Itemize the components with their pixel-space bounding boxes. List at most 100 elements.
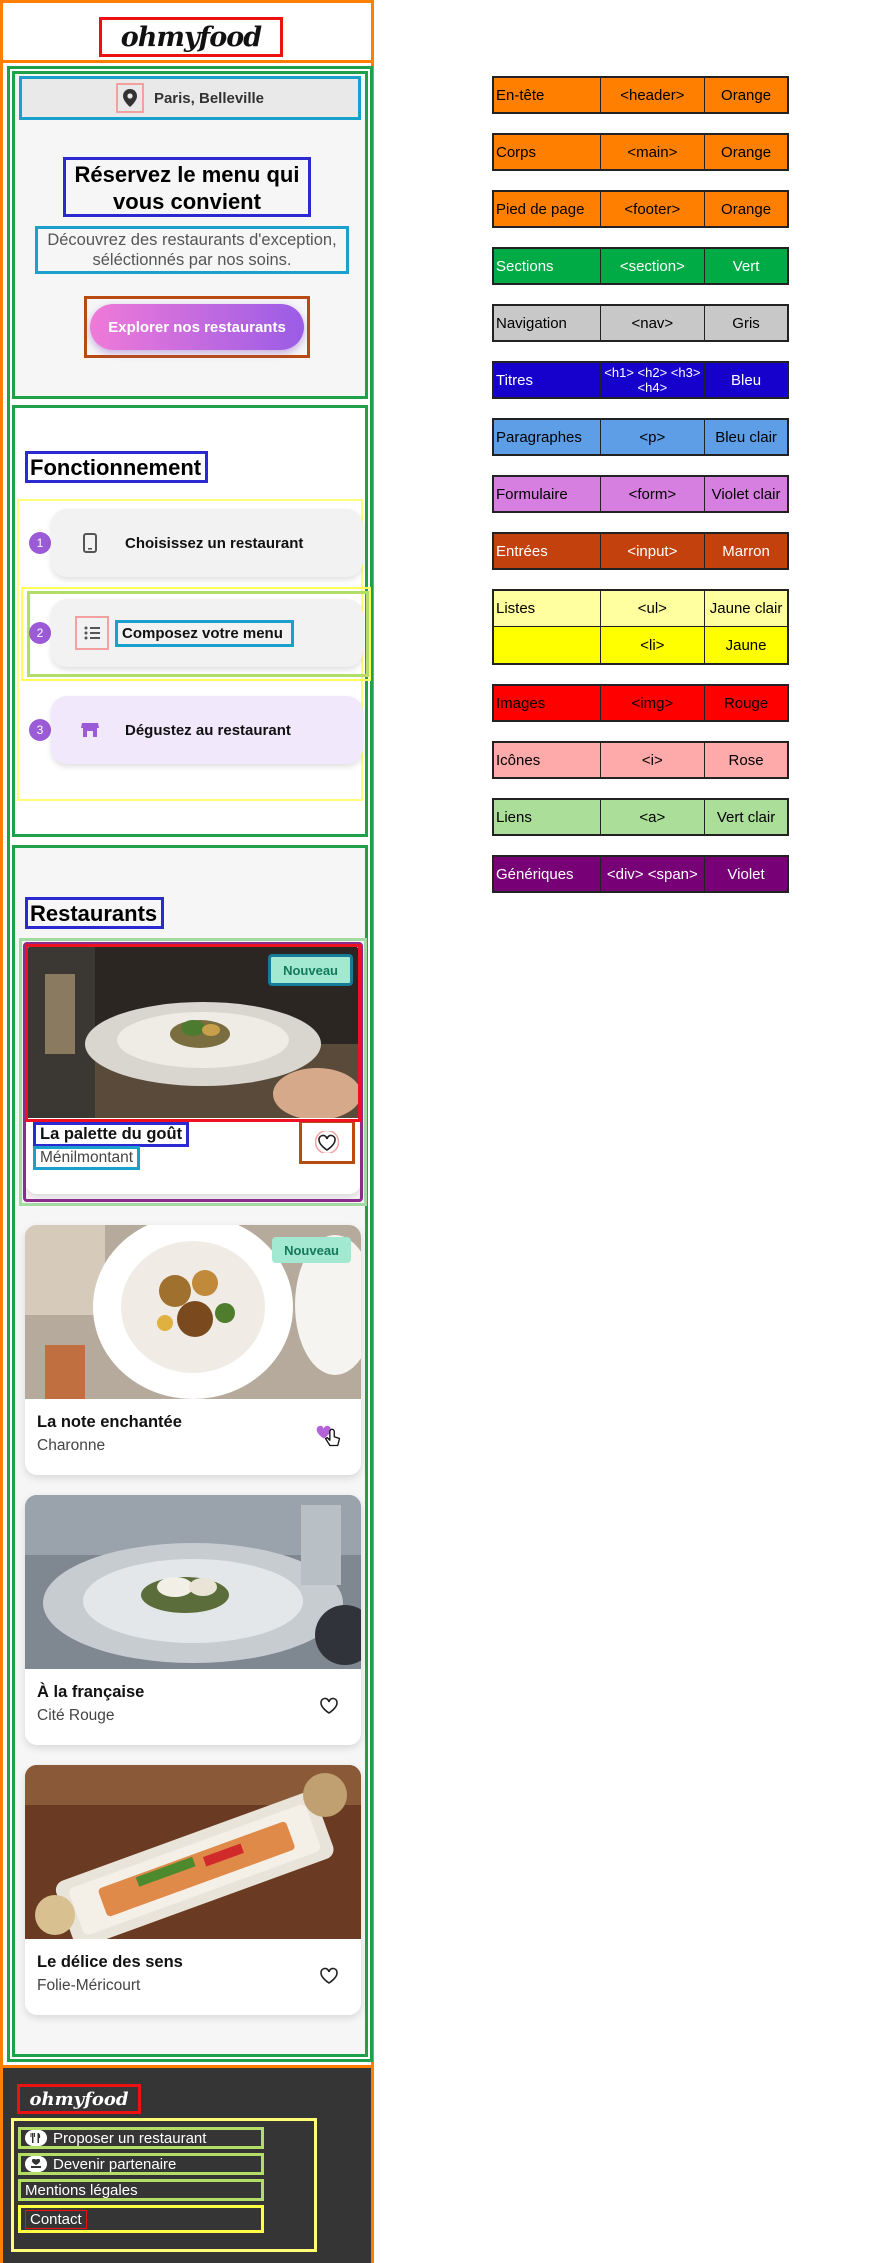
legend-tag: <div> <span> <box>601 857 706 891</box>
footer-link-label: Proposer un restaurant <box>53 2129 207 2147</box>
legend-color-name: Marron <box>722 542 770 560</box>
location-nav[interactable]: Paris, Belleville <box>19 76 361 120</box>
logo: ohmyfood <box>120 21 262 53</box>
legend-tag: <ul> <box>601 591 706 626</box>
legend-tag: <main> <box>601 135 706 169</box>
legend-tag: <form> <box>601 477 706 511</box>
legend-tag: <footer> <box>601 192 706 226</box>
legend-row: Liens <a> Vert clair <box>492 798 789 836</box>
legend-label <box>494 627 601 663</box>
legend-label: Paragraphes <box>494 420 601 454</box>
legend-label: Corps <box>494 135 601 169</box>
restaurant-district: Charonne <box>37 1437 106 1454</box>
legend-row: Listes <ul> Jaune clair <box>492 589 789 627</box>
page-header: ohmyfood <box>3 3 371 63</box>
restaurant-card[interactable]: Le délice des sens Folie-Méricourt <box>25 1765 361 2015</box>
legend-row: Génériques <div> <span> Violet <box>492 855 789 893</box>
legend-tag: <img> <box>601 686 706 720</box>
utensils-icon <box>25 2130 47 2146</box>
legend-tag: <a> <box>601 800 706 834</box>
legend-tag: <i> <box>601 743 706 777</box>
list-icon <box>75 616 109 650</box>
step-label: Choisissez un restaurant <box>125 534 304 552</box>
legend-row: Paragraphes <p> Bleu clair <box>492 418 789 456</box>
heart-icon[interactable] <box>299 1120 355 1164</box>
legend-label: Icônes <box>494 743 601 777</box>
footer-link-label: Mentions légales <box>25 2181 138 2199</box>
step-number: 3 <box>29 719 51 741</box>
legend-row: Sections <section> Vert <box>492 247 789 285</box>
legend-color-name: Bleu clair <box>715 428 777 446</box>
legend-label: Images <box>494 686 601 720</box>
hero-section: Paris, Belleville Réservez le menu qui v… <box>12 71 368 399</box>
legend-color-name: Gris <box>732 314 760 332</box>
hand-holding-heart-icon <box>25 2156 47 2172</box>
restaurant-photo <box>25 1765 361 1939</box>
page-main: Paris, Belleville Réservez le menu qui v… <box>7 66 373 2062</box>
legend-tag: <nav> <box>601 306 706 340</box>
restaurant-name: La note enchantée <box>37 1413 182 1431</box>
hero-subtitle: Découvrez des restaurants d'exception, s… <box>35 226 349 274</box>
heart-filled-icon[interactable] <box>315 1421 343 1449</box>
legend-row: <li> Jaune <box>492 627 789 665</box>
legend-label: Titres <box>494 363 601 397</box>
legend-row: Entrées <input> Marron <box>492 532 789 570</box>
legend-color-name: Vert <box>732 257 760 275</box>
page-footer: ohmyfood Proposer un restaurant Devenir … <box>3 2065 371 2263</box>
footer-link-legal[interactable]: Mentions légales <box>18 2179 264 2201</box>
legend-label: Liens <box>494 800 601 834</box>
restaurant-name: Le délice des sens <box>37 1953 183 1971</box>
legend-color-name: Orange <box>721 86 772 104</box>
restaurant-card[interactable]: Nouveau La note enchantée Charonne <box>25 1225 361 1475</box>
legend-row: En-tête <header> Orange <box>492 76 789 114</box>
legend-row: Pied de page <footer> Orange <box>492 190 789 228</box>
restaurant-photo: Nouveau <box>25 1225 361 1399</box>
new-badge: Nouveau <box>268 954 353 986</box>
step-label: Dégustez au restaurant <box>125 721 291 739</box>
legend-color-name: Violet clair <box>711 485 781 503</box>
storefront-icon <box>75 722 105 738</box>
hero-title: Réservez le menu qui vous convient <box>63 157 311 217</box>
restaurant-card[interactable]: Nouveau La palette du goût Ménilmontant <box>19 938 367 1206</box>
footer-link-propose[interactable]: Proposer un restaurant <box>18 2127 264 2149</box>
restaurant-card[interactable]: À la française Cité Rouge <box>25 1495 361 1745</box>
heart-icon[interactable] <box>315 1691 343 1719</box>
restaurant-district: Ménilmontant <box>33 1146 141 1170</box>
legend-color-name: Jaune <box>725 636 767 654</box>
explore-restaurants-button[interactable]: Explorer nos restaurants <box>90 304 304 350</box>
step-number: 2 <box>29 622 51 644</box>
footer-link-label: Contact <box>25 2209 87 2229</box>
step-number: 1 <box>29 532 51 554</box>
legend-row: Icônes <i> Rose <box>492 741 789 779</box>
legend-row: Formulaire <form> Violet clair <box>492 475 789 513</box>
legend-color-name: Violet <box>727 865 765 883</box>
restaurants-title: Restaurants <box>25 897 165 929</box>
restaurant-district: Folie-Méricourt <box>37 1977 141 1994</box>
new-badge: Nouveau <box>272 1237 351 1263</box>
map-pin-icon <box>115 83 144 113</box>
phone-mockup: ohmyfood Paris, Belleville Réservez le m… <box>0 0 374 2263</box>
restaurant-district: Cité Rouge <box>37 1707 115 1724</box>
legend-label: Sections <box>494 249 601 283</box>
heart-icon[interactable] <box>315 1961 343 1989</box>
legend-tag: <li> <box>601 627 706 663</box>
how-it-works-title: Fonctionnement <box>25 451 209 483</box>
legend-color-name: Orange <box>721 200 772 218</box>
legend-color-name: Rouge <box>723 694 769 712</box>
legend-color-name: Jaune clair <box>709 600 783 617</box>
legend-label: Génériques <box>494 857 601 891</box>
legend-color-name: Bleu <box>731 371 762 389</box>
legend-tag: <header> <box>601 78 706 112</box>
legend-tag: <h1> <h2> <h3> <h4> <box>601 363 706 397</box>
restaurant-photo: Nouveau <box>25 944 361 1118</box>
step-label: Composez votre menu <box>115 619 294 647</box>
steps-list: 1 Choisissez un restaurant 2 Composez vo… <box>17 499 371 801</box>
footer-link-contact[interactable]: Contact <box>18 2205 264 2233</box>
step-card: Composez votre menu <box>51 599 363 667</box>
logo-link[interactable]: ohmyfood <box>99 17 283 57</box>
footer-link-partner[interactable]: Devenir partenaire <box>18 2153 264 2175</box>
legend-row: Images <img> Rouge <box>492 684 789 722</box>
restaurant-name: La palette du goût <box>33 1122 190 1147</box>
step-item: 1 Choisissez un restaurant <box>29 509 363 577</box>
legend-tag: <input> <box>601 534 706 568</box>
